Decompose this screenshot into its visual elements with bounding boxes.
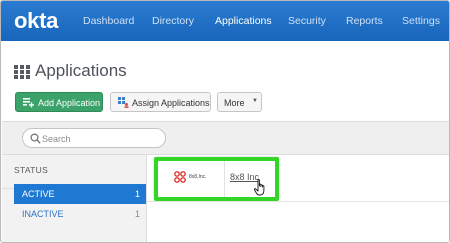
assign-applications-button[interactable]: Assign Applications bbox=[110, 92, 211, 112]
nav-reports[interactable]: Reports bbox=[346, 15, 383, 27]
status-filter-active[interactable]: ACTIVE 1 bbox=[14, 184, 146, 204]
status-inactive-count: 1 bbox=[134, 209, 140, 219]
add-application-label: Add Application bbox=[38, 98, 101, 108]
more-dropdown-button[interactable]: More ▼ bbox=[217, 92, 262, 112]
search-input[interactable] bbox=[42, 132, 162, 145]
search-box[interactable] bbox=[22, 128, 166, 148]
app-window: okta Dashboard Directory Applications Se… bbox=[0, 0, 450, 243]
more-label: More bbox=[224, 98, 245, 108]
nav-dashboard[interactable]: Dashboard bbox=[83, 15, 134, 27]
search-icon bbox=[30, 133, 41, 144]
caret-down-icon: ▼ bbox=[252, 98, 258, 104]
status-filter-inactive[interactable]: INACTIVE 1 bbox=[14, 204, 146, 224]
app-grid-icon bbox=[14, 65, 31, 79]
hand-cursor-icon bbox=[253, 179, 265, 196]
page-title: Applications bbox=[35, 61, 127, 80]
assign-applications-icon bbox=[118, 97, 129, 108]
status-active-label: ACTIVE bbox=[22, 189, 55, 199]
search-bar-row bbox=[2, 121, 449, 155]
nav-directory[interactable]: Directory bbox=[152, 15, 194, 27]
status-header: STATUS bbox=[14, 165, 49, 175]
nav-settings[interactable]: Settings bbox=[402, 15, 440, 27]
add-application-button[interactable]: Add Application bbox=[15, 92, 103, 112]
8x8-logo-icon bbox=[174, 171, 186, 183]
status-active-count: 1 bbox=[134, 189, 140, 199]
add-application-icon bbox=[23, 98, 34, 108]
app-logo[interactable]: 8x8,Inc. bbox=[158, 161, 225, 197]
list-divider bbox=[147, 201, 449, 202]
status-sidebar: STATUS ACTIVE 1 INACTIVE 1 bbox=[2, 155, 147, 242]
okta-logo[interactable]: okta bbox=[14, 8, 58, 34]
nav-applications[interactable]: Applications bbox=[215, 15, 272, 27]
app-logo-text: 8x8,Inc. bbox=[189, 174, 207, 180]
assign-applications-label: Assign Applications bbox=[132, 98, 210, 108]
top-nav-bar: okta Dashboard Directory Applications Se… bbox=[1, 1, 449, 41]
nav-security[interactable]: Security bbox=[288, 15, 326, 27]
main-content: Applications Add Application Assign Appl… bbox=[2, 41, 449, 242]
status-inactive-label: INACTIVE bbox=[22, 209, 64, 219]
